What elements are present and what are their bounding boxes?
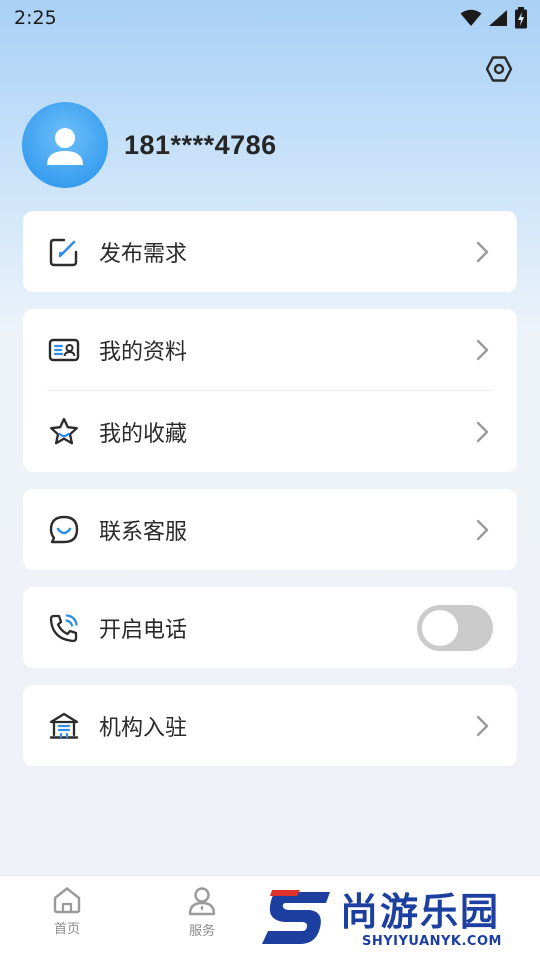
settings-hexagon-icon bbox=[485, 56, 513, 82]
battery-charging-icon bbox=[515, 7, 527, 29]
star-icon bbox=[47, 415, 81, 449]
card-enable-phone: 开启电话 bbox=[23, 587, 517, 668]
settings-button[interactable] bbox=[482, 52, 516, 86]
watermark-logo: 尚游乐园 SHYIYUANYK.COM bbox=[260, 878, 540, 960]
chat-bubble-icon bbox=[47, 513, 81, 547]
menu-item-post-demand[interactable]: 发布需求 bbox=[23, 211, 517, 292]
chevron-right-icon bbox=[473, 338, 493, 362]
card-my-info: 我的资料 我的收藏 bbox=[23, 309, 517, 472]
tab-home[interactable]: 首页 bbox=[27, 886, 107, 937]
menu-item-my-favorites[interactable]: 我的收藏 bbox=[23, 391, 517, 472]
watermark-text: 尚游乐园 SHYIYUANYK.COM bbox=[340, 890, 502, 949]
service-user-icon bbox=[188, 887, 216, 916]
profile-header[interactable]: 181****4786 bbox=[22, 102, 277, 188]
chevron-right-icon bbox=[473, 714, 493, 738]
menu-label-my-favorites: 我的收藏 bbox=[99, 421, 188, 447]
card-post-demand: 发布需求 bbox=[23, 211, 517, 292]
status-time: 2:25 bbox=[14, 7, 57, 29]
menu-label-enable-phone: 开启电话 bbox=[99, 617, 188, 643]
watermark-chinese: 尚游乐园 bbox=[340, 889, 501, 934]
institution-building-icon bbox=[47, 709, 81, 743]
toggle-knob bbox=[422, 609, 458, 646]
chevron-right-icon bbox=[473, 518, 493, 542]
watermark-url: SHYIYUANYK.COM bbox=[362, 933, 502, 949]
status-bar: 2:25 bbox=[0, 0, 540, 36]
card-contact-service: 联系客服 bbox=[23, 489, 517, 570]
menu-label-my-profile: 我的资料 bbox=[99, 339, 188, 365]
edit-note-icon bbox=[47, 235, 81, 269]
wifi-icon bbox=[460, 9, 482, 26]
menu-label-institution-join: 机构入驻 bbox=[99, 715, 188, 741]
menu-item-enable-phone: 开启电话 bbox=[23, 587, 517, 668]
user-silhouette-icon bbox=[47, 128, 83, 165]
chevron-right-icon bbox=[473, 420, 493, 444]
watermark-s-logo bbox=[262, 890, 330, 944]
chevron-right-icon bbox=[473, 240, 493, 264]
avatar[interactable] bbox=[22, 102, 108, 188]
menu-item-contact-service[interactable]: 联系客服 bbox=[23, 489, 517, 570]
menu-label-post-demand: 发布需求 bbox=[99, 241, 188, 267]
id-card-icon bbox=[47, 333, 81, 367]
user-phone-number: 181****4786 bbox=[124, 129, 277, 160]
enable-phone-toggle[interactable] bbox=[417, 604, 493, 651]
status-icons bbox=[460, 7, 528, 29]
card-institution-join: 机构入驻 bbox=[23, 685, 517, 766]
menu-label-contact-service: 联系客服 bbox=[99, 519, 188, 545]
tab-label-service: 服务 bbox=[188, 924, 215, 939]
phone-call-icon bbox=[47, 611, 81, 645]
tab-label-home: 首页 bbox=[53, 922, 80, 937]
menu-item-my-profile[interactable]: 我的资料 bbox=[23, 309, 517, 390]
cellular-signal-icon bbox=[489, 10, 507, 26]
tab-service[interactable]: 服务 bbox=[162, 886, 242, 939]
menu-item-institution-join[interactable]: 机构入驻 bbox=[23, 685, 517, 766]
home-icon bbox=[53, 887, 81, 914]
